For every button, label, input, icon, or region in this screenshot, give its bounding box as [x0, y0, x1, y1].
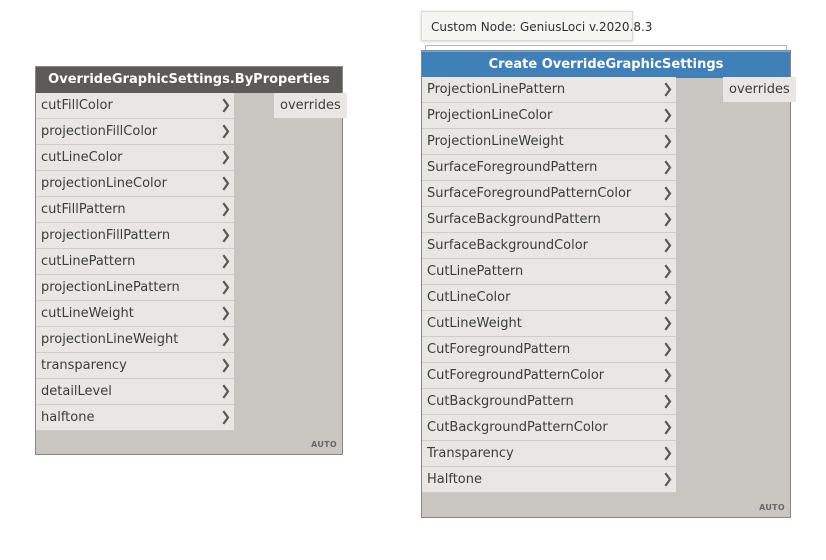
chevron-right-icon[interactable]	[663, 129, 673, 154]
input-port[interactable]: CutBackgroundPattern	[422, 389, 676, 415]
chevron-right-icon[interactable]	[663, 181, 673, 206]
input-port-label: ProjectionLinePattern	[427, 82, 566, 97]
input-port[interactable]: detailLevel	[36, 379, 234, 405]
input-port-label: CutBackgroundPatternColor	[427, 420, 608, 435]
input-port-label: detailLevel	[41, 384, 112, 399]
chevron-right-icon[interactable]	[663, 285, 673, 310]
chevron-right-icon[interactable]	[663, 311, 673, 336]
chevron-right-icon[interactable]	[221, 353, 231, 378]
input-port[interactable]: projectionLinePattern	[36, 275, 234, 301]
input-port-label: SurfaceForegroundPatternColor	[427, 186, 632, 201]
input-port[interactable]: projectionFillColor	[36, 119, 234, 145]
input-port[interactable]: SurfaceForegroundPattern	[422, 155, 676, 181]
chevron-right-icon[interactable]	[663, 415, 673, 440]
input-port[interactable]: ProjectionLineWeight	[422, 129, 676, 155]
input-port-label: SurfaceForegroundPattern	[427, 160, 598, 175]
chevron-right-icon[interactable]	[663, 103, 673, 128]
input-port-label: cutFillColor	[41, 98, 113, 113]
chevron-right-icon[interactable]	[221, 275, 231, 300]
input-port-label: cutLineColor	[41, 150, 123, 165]
input-ports: cutFillColor projectionFillColor cutLineCo…	[36, 93, 234, 431]
input-port[interactable]: cutLineColor	[36, 145, 234, 171]
input-port[interactable]: CutBackgroundPatternColor	[422, 415, 676, 441]
input-port[interactable]: cutLinePattern	[36, 249, 234, 275]
chevron-right-icon[interactable]	[663, 207, 673, 232]
input-port[interactable]: Transparency	[422, 441, 676, 467]
input-port[interactable]: cutFillColor	[36, 93, 234, 119]
chevron-right-icon[interactable]	[221, 249, 231, 274]
lacing-label[interactable]: AUTO	[759, 503, 785, 512]
chevron-right-icon[interactable]	[663, 467, 673, 492]
input-port[interactable]: CutLineWeight	[422, 311, 676, 337]
chevron-right-icon[interactable]	[221, 145, 231, 170]
input-port[interactable]: cutLineWeight	[36, 301, 234, 327]
input-port-label: CutForegroundPatternColor	[427, 368, 605, 383]
input-port-label: cutLinePattern	[41, 254, 136, 269]
input-port[interactable]: projectionLineColor	[36, 171, 234, 197]
chevron-right-icon[interactable]	[663, 337, 673, 362]
chevron-right-icon[interactable]	[221, 223, 231, 248]
input-port-label: cutFillPattern	[41, 202, 126, 217]
input-port[interactable]: SurfaceForegroundPatternColor	[422, 181, 676, 207]
input-port-label: CutForegroundPattern	[427, 342, 571, 357]
input-port[interactable]: ProjectionLinePattern	[422, 77, 676, 103]
output-port-overrides[interactable]: overrides	[274, 93, 347, 118]
input-port[interactable]: halftone	[36, 405, 234, 431]
input-port[interactable]: SurfaceBackgroundColor	[422, 233, 676, 259]
node-create-override-graphic-settings[interactable]: Create OverrideGraphicSettings Projectio…	[421, 50, 796, 518]
chevron-right-icon[interactable]	[663, 77, 673, 102]
input-port-label: transparency	[41, 358, 127, 373]
chevron-right-icon[interactable]	[221, 171, 231, 196]
input-port-label: SurfaceBackgroundPattern	[427, 212, 601, 227]
chevron-right-icon[interactable]	[663, 363, 673, 388]
node-override-graphic-settings-by-properties[interactable]: OverrideGraphicSettings.ByProperties cut…	[35, 66, 347, 455]
chevron-right-icon[interactable]	[663, 389, 673, 414]
input-port-label: CutLinePattern	[427, 264, 524, 279]
input-port-label: projectionLinePattern	[41, 280, 180, 295]
chevron-right-icon[interactable]	[221, 93, 231, 118]
input-port[interactable]: CutLineColor	[422, 285, 676, 311]
input-port[interactable]: Halftone	[422, 467, 676, 493]
input-port[interactable]: SurfaceBackgroundPattern	[422, 207, 676, 233]
input-port-label: CutBackgroundPattern	[427, 394, 574, 409]
output-port-overrides[interactable]: overrides	[723, 77, 796, 102]
node-title[interactable]: Create OverrideGraphicSettings	[422, 51, 790, 78]
chevron-right-icon[interactable]	[221, 379, 231, 404]
chevron-right-icon[interactable]	[663, 155, 673, 180]
custom-node-tooltip: Custom Node: GeniusLoci v.2020.8.3	[421, 11, 652, 41]
input-port[interactable]: projectionLineWeight	[36, 327, 234, 353]
input-port-label: projectionFillColor	[41, 124, 158, 139]
input-port[interactable]: cutFillPattern	[36, 197, 234, 223]
chevron-right-icon[interactable]	[221, 405, 231, 430]
chevron-right-icon[interactable]	[663, 259, 673, 284]
input-port-label: Halftone	[427, 472, 482, 487]
lacing-label[interactable]: AUTO	[311, 440, 337, 449]
input-port-label: SurfaceBackgroundColor	[427, 238, 589, 253]
chevron-right-icon[interactable]	[663, 233, 673, 258]
input-port[interactable]: ProjectionLineColor	[422, 103, 676, 129]
input-port-label: ProjectionLineColor	[427, 108, 553, 123]
input-port-label: halftone	[41, 410, 95, 425]
input-port-label: cutLineWeight	[41, 306, 134, 321]
input-port-label: projectionLineWeight	[41, 332, 179, 347]
input-port-label: CutLineColor	[427, 290, 511, 305]
chevron-right-icon[interactable]	[221, 327, 231, 352]
input-port[interactable]: projectionFillPattern	[36, 223, 234, 249]
chevron-right-icon[interactable]	[221, 301, 231, 326]
chevron-right-icon[interactable]	[221, 197, 231, 222]
input-port-label: CutLineWeight	[427, 316, 522, 331]
input-port[interactable]: CutLinePattern	[422, 259, 676, 285]
input-port-label: Transparency	[427, 446, 514, 461]
input-port[interactable]: transparency	[36, 353, 234, 379]
chevron-right-icon[interactable]	[663, 441, 673, 466]
node-title[interactable]: OverrideGraphicSettings.ByProperties	[36, 67, 342, 93]
input-port[interactable]: CutForegroundPattern	[422, 337, 676, 363]
input-port-label: projectionFillPattern	[41, 228, 171, 243]
input-ports: ProjectionLinePattern ProjectionLineColor…	[422, 77, 676, 493]
input-port-label: projectionLineColor	[41, 176, 167, 191]
input-port[interactable]: CutForegroundPatternColor	[422, 363, 676, 389]
input-port-label: ProjectionLineWeight	[427, 134, 564, 149]
chevron-right-icon[interactable]	[221, 119, 231, 144]
